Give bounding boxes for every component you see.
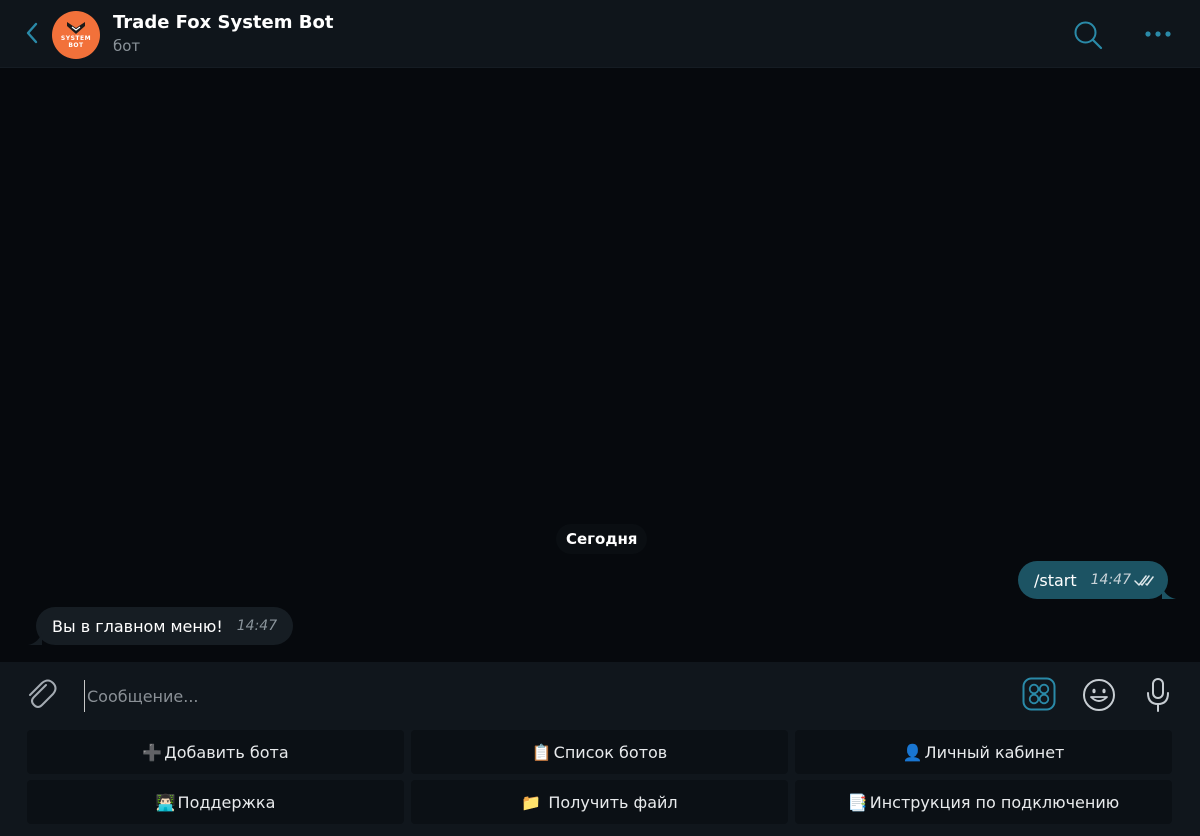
bot-avatar[interactable]: SYSTEM BOT — [52, 11, 100, 59]
message-text: /start — [1033, 570, 1077, 590]
folder-icon: 📁 — [521, 792, 542, 812]
button-label: Инструкция по подключению — [869, 792, 1120, 812]
get-file-button[interactable]: 📁 Получить файл — [411, 780, 788, 824]
message-list[interactable]: Сегодня /start 14:47 Вы в главном меню! … — [0, 68, 1200, 662]
support-button[interactable]: 👨🏻‍💻 Поддержка — [27, 780, 404, 824]
bot-reply-keyboard: ➕ Добавить бота 📋 Список ботов 👤 Личный … — [0, 728, 1200, 836]
paperclip-icon — [29, 679, 57, 708]
message-time: 14:47 — [236, 618, 278, 634]
search-button[interactable] — [1072, 19, 1104, 51]
technologist-icon: 👨🏻‍💻 — [155, 792, 176, 812]
double-check-icon — [1134, 575, 1154, 586]
chat-header: SYSTEM BOT Trade Fox System Bot бот — [0, 0, 1200, 68]
bubble-tail — [1162, 587, 1176, 599]
incoming-message[interactable]: Вы в главном меню! 14:47 — [28, 607, 294, 645]
outgoing-message[interactable]: /start 14:47 — [1017, 561, 1176, 599]
search-icon — [1074, 21, 1103, 50]
date-separator: Сегодня — [556, 524, 648, 554]
smiley-icon — [1083, 679, 1115, 711]
attach-button[interactable] — [22, 676, 58, 712]
chevron-left-icon — [26, 22, 38, 44]
chat-title[interactable]: Trade Fox System Bot — [113, 12, 333, 33]
button-label: Добавить бота — [164, 742, 289, 762]
personal-account-button[interactable]: 👤 Личный кабинет — [795, 730, 1172, 774]
chat-subtitle: бот — [113, 37, 141, 55]
emoji-button[interactable] — [1082, 678, 1116, 712]
message-text: Вы в главном меню! — [52, 616, 223, 636]
voice-message-button[interactable] — [1142, 677, 1174, 713]
user-silhouette-icon: 👤 — [902, 742, 923, 762]
button-label: Список ботов — [553, 742, 668, 762]
composer — [0, 662, 1200, 728]
message-input[interactable] — [84, 680, 989, 712]
bot-list-button[interactable]: 📋 Список ботов — [411, 730, 788, 774]
button-label: Получить файл — [543, 792, 678, 812]
more-dots-icon — [1145, 31, 1171, 37]
connection-instructions-button[interactable]: 📑 Инструкция по подключению — [795, 780, 1172, 824]
add-bot-button[interactable]: ➕ Добавить бота — [27, 730, 404, 774]
microphone-icon — [1147, 678, 1169, 712]
grid-keyboard-icon — [1022, 677, 1056, 711]
message-time: 14:47 — [1090, 572, 1131, 588]
telegram-chat-window: SYSTEM BOT Trade Fox System Bot бот Сего… — [0, 0, 1200, 836]
fox-logo-icon — [67, 22, 85, 34]
button-label: Поддержка — [177, 792, 276, 812]
message-meta: 14:47 — [1091, 572, 1154, 588]
clipboard-icon: 📋 — [531, 742, 552, 762]
bot-keyboard-button[interactable] — [1022, 677, 1056, 711]
bookmark-tabs-icon: 📑 — [847, 792, 868, 812]
bubble-tail — [28, 633, 42, 645]
button-label: Личный кабинет — [924, 742, 1065, 762]
more-options-button[interactable] — [1140, 22, 1176, 46]
plus-icon: ➕ — [142, 742, 163, 762]
avatar-logo-text-line1: SYSTEM — [60, 35, 92, 42]
back-button[interactable] — [18, 18, 46, 48]
avatar-logo-text-line2: BOT — [68, 42, 84, 49]
